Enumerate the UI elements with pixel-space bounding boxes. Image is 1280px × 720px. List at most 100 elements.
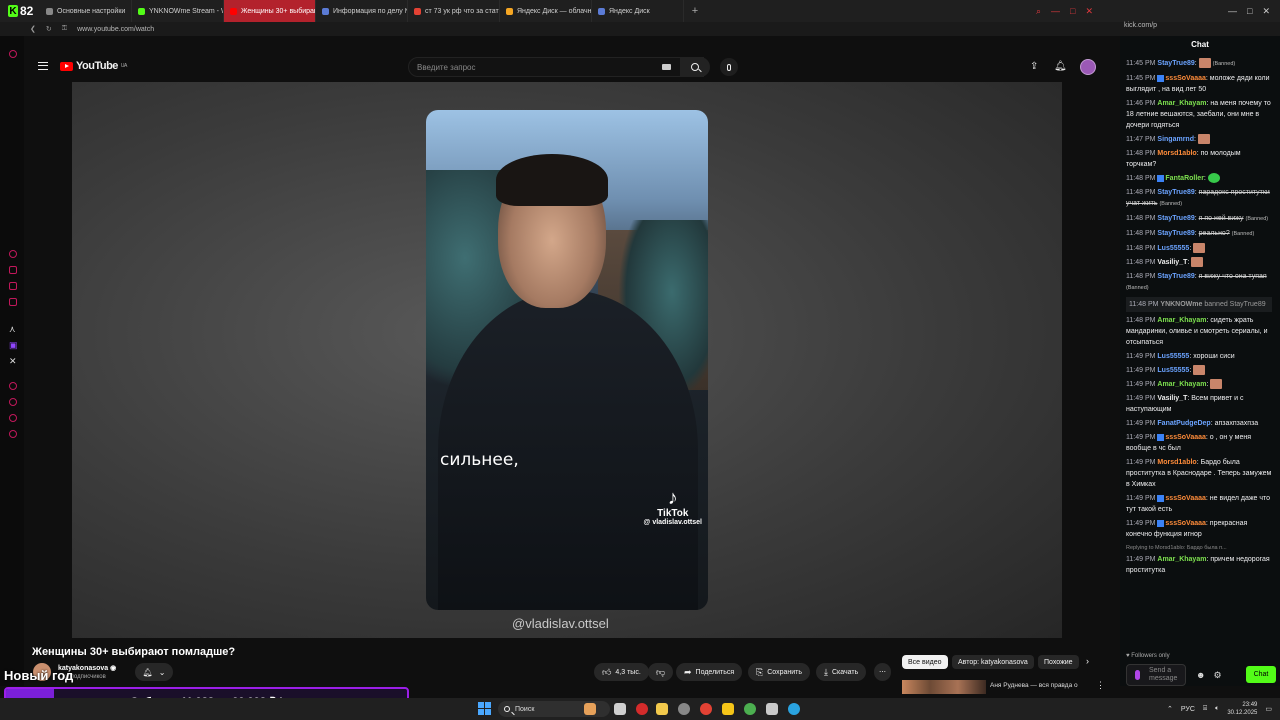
chat-message[interactable]: 11:49 PM Morsd1ablo: Бардо была проститу…: [1126, 457, 1272, 490]
recommended-thumbnail[interactable]: [902, 680, 986, 694]
browser-tab[interactable]: Яндекс Диск — облачно: [500, 0, 592, 22]
browser-tab[interactable]: ст 73 ук рф что за статья: [408, 0, 500, 22]
notifications-bell-icon[interactable]: 🔔︎: [1054, 61, 1067, 72]
like-button[interactable]: 👍︎ 4,3 тыс.: [594, 663, 649, 681]
sidebar-icon-2[interactable]: [9, 250, 17, 258]
chat-username[interactable]: Vasiliy_T: [1157, 395, 1187, 402]
sidebar-icon-4[interactable]: [9, 282, 17, 290]
chat-username[interactable]: Morsd1ablo: [1157, 150, 1196, 157]
second-url-field[interactable]: kick.com/p: [1124, 22, 1157, 29]
chat-message[interactable]: 11:48 PM Amar_Khayam: сидеть жрать манда…: [1126, 315, 1272, 348]
yandex-icon[interactable]: [700, 703, 712, 715]
chat-message[interactable]: 11:48 PM Morsd1ablo: по молодым торчкам?: [1126, 148, 1272, 170]
chat-username[interactable]: sssSoVaaaa: [1165, 520, 1205, 527]
keyboard-icon[interactable]: [662, 64, 671, 70]
chat-message[interactable]: 11:48 PM StayTrue89: реально? (Banned): [1126, 228, 1272, 240]
taskbar-app-7[interactable]: [722, 703, 734, 715]
recommended-menu-icon[interactable]: ⋮: [1096, 680, 1105, 691]
chat-message[interactable]: 11:48 PM Vasiliy_T:: [1126, 257, 1272, 268]
chat-message[interactable]: 11:48 PM Lus55555:: [1126, 243, 1272, 254]
account-avatar[interactable]: [1080, 59, 1096, 75]
chat-message[interactable]: 11:48 PM StayTrue89: я по ней вижу (Bann…: [1126, 213, 1272, 225]
chat-username[interactable]: StayTrue89: [1157, 189, 1194, 196]
chat-username[interactable]: Lus55555: [1157, 245, 1189, 252]
search-tabs-icon[interactable]: ⌕: [1036, 6, 1041, 17]
chat-username[interactable]: StayTrue89: [1157, 273, 1194, 280]
chat-username[interactable]: Singamrnd: [1157, 136, 1194, 143]
download-button[interactable]: ⤓ Скачать: [816, 663, 867, 681]
video-player[interactable]: сильнее, ♪ TikTok @ vladislav.ottsel @vl…: [72, 82, 1062, 638]
close-icon-2[interactable]: ✕: [1262, 6, 1270, 17]
search-button[interactable]: [680, 57, 710, 77]
start-menu-icon[interactable]: [478, 702, 491, 715]
sidebar-icon-9[interactable]: [9, 414, 17, 422]
telegram-icon[interactable]: [788, 703, 800, 715]
task-view-icon[interactable]: [614, 703, 626, 715]
chat-username[interactable]: Lus55555: [1157, 367, 1189, 374]
emote-picker-icon[interactable]: [1135, 670, 1140, 680]
browser-tab[interactable]: Яндекс Диск: [592, 0, 684, 22]
new-tab-button[interactable]: +: [684, 5, 706, 17]
chat-username[interactable]: sssSoVaaaa: [1165, 75, 1205, 82]
settings-icon[interactable]: [9, 430, 17, 438]
maximize-icon[interactable]: □: [1070, 6, 1075, 17]
site-info-icon[interactable]: ⚿: [62, 25, 67, 33]
browser-brand[interactable]: K 82: [0, 0, 40, 22]
save-button[interactable]: ⎘ Сохранить: [748, 663, 810, 681]
search-input[interactable]: Введите запрос: [408, 57, 704, 77]
file-explorer-icon[interactable]: [656, 703, 668, 715]
chat-message[interactable]: 11:49 PM sssSoVaaaa: прекрасная конечно …: [1126, 518, 1272, 540]
chip-author[interactable]: Автор: katyakonasova: [952, 655, 1034, 669]
chat-message[interactable]: 11:49 PM FanatPudgeDep: апзахпзахпза: [1126, 418, 1272, 429]
chat-settings-icon[interactable]: ⚙: [1213, 670, 1221, 681]
chrome-icon[interactable]: [678, 703, 690, 715]
browser-tab[interactable]: Основные настройки: [40, 0, 132, 22]
notifications-icon[interactable]: ▭: [1265, 705, 1272, 713]
taskbar-app-1[interactable]: [584, 703, 596, 715]
chip-related[interactable]: Похожие: [1038, 655, 1079, 669]
voice-search-button[interactable]: [720, 58, 738, 76]
chat-message[interactable]: 11:46 PM Amar_Khayam: на меня почему то …: [1126, 98, 1272, 131]
maximize-icon-2[interactable]: □: [1247, 6, 1252, 17]
opera-icon[interactable]: [636, 703, 648, 715]
chat-username[interactable]: Amar_Khayam: [1157, 100, 1206, 107]
taskbar-app-8[interactable]: [744, 703, 756, 715]
chat-message[interactable]: 11:45 PM StayTrue89: (Banned): [1126, 58, 1272, 70]
chat-message[interactable]: 11:49 PM sssSoVaaaa: о , он у меня вообщ…: [1126, 432, 1272, 454]
chat-message[interactable]: 11:49 PM Lus55555: хороши сиси: [1126, 351, 1272, 362]
chat-username[interactable]: Amar_Khayam: [1157, 556, 1206, 563]
close-icon[interactable]: ✕: [1085, 6, 1093, 17]
chat-message[interactable]: 11:48 PM FantaRoller:: [1126, 173, 1272, 184]
chat-message[interactable]: 11:48 PM StayTrue89: я вижу что она тупа…: [1126, 271, 1272, 294]
tray-chevron-icon[interactable]: ⌃: [1167, 705, 1173, 713]
chat-username[interactable]: YNKNOWme: [1160, 301, 1202, 308]
sidebar-icon-5[interactable]: [9, 298, 17, 306]
browser-tab[interactable]: YNKNOWme Stream - Wa: [132, 0, 224, 22]
chat-username[interactable]: sssSoVaaaa: [1165, 495, 1205, 502]
sidebar-icon-6[interactable]: ⋏: [9, 324, 16, 335]
chat-username[interactable]: StayTrue89: [1157, 230, 1194, 237]
back-icon[interactable]: ❮: [30, 25, 36, 33]
chat-username[interactable]: StayTrue89: [1157, 215, 1194, 222]
chat-message[interactable]: Replying to Morsd1ablo: Бардо была п... 1…: [1126, 543, 1272, 576]
chat-message[interactable]: 11:49 PM Amar_Khayam:: [1126, 379, 1272, 390]
dislike-button[interactable]: 👎︎: [648, 663, 674, 681]
language-indicator[interactable]: РУС: [1181, 706, 1195, 713]
chat-username[interactable]: FanatPudgeDep: [1157, 420, 1210, 427]
chat-username[interactable]: Amar_Khayam: [1157, 317, 1206, 324]
volume-icon[interactable]: 🔈︎: [1215, 705, 1219, 713]
chat-username[interactable]: Lus55555: [1157, 353, 1189, 360]
chat-username[interactable]: Amar_Khayam: [1157, 381, 1206, 388]
chat-message[interactable]: 11:49 PM Lus55555:: [1126, 365, 1272, 376]
menu-icon[interactable]: [38, 62, 48, 70]
taskbar-app-9[interactable]: [766, 703, 778, 715]
chat-message[interactable]: 11:47 PM Singamrnd:: [1126, 134, 1272, 145]
youtube-logo[interactable]: YouTube UA: [60, 60, 127, 72]
clock[interactable]: 23:49 30.12.2025: [1227, 701, 1257, 717]
chip-all-videos[interactable]: Все видео: [902, 655, 948, 669]
twitch-icon[interactable]: ▣: [9, 340, 18, 351]
recommended-title[interactable]: Аня Руднева — вся правда о: [990, 682, 1078, 689]
chat-message[interactable]: 11:48 PM StayTrue89: парадокс проститутк…: [1126, 187, 1272, 210]
chat-username[interactable]: sssSoVaaaa: [1165, 434, 1205, 441]
quick-emote-icon[interactable]: ☻: [1196, 670, 1205, 681]
